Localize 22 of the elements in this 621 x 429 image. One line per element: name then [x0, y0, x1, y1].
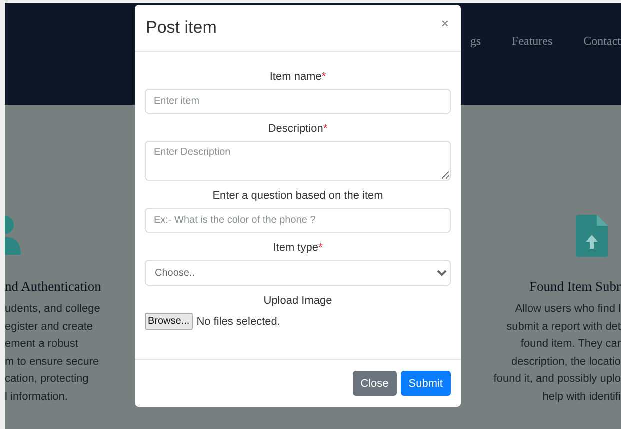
nav-link[interactable]: Contact	[584, 34, 621, 49]
file-status: No files selected.	[196, 316, 280, 328]
browse-button[interactable]: Browse...	[145, 313, 193, 330]
input-field[interactable]: Enter item	[145, 89, 451, 114]
feature-description: Allow users who find l submit a report with det found item. They car description, the locatio found it, and possibly uplo help with identifi	[494, 302, 621, 404]
nav-link[interactable]: Features	[512, 34, 553, 49]
field-label: Enter a question based on the item	[212, 190, 384, 202]
feature-title: Found Item Subr	[529, 279, 621, 295]
field-label: Item type*	[272, 242, 324, 254]
close-button[interactable]: Close	[352, 371, 397, 396]
file-upload-icon	[576, 215, 608, 257]
item-type-select[interactable]: Choose..	[145, 260, 451, 286]
nav-link[interactable]: gs	[470, 34, 482, 49]
submit-button[interactable]: Submit	[400, 371, 451, 396]
feature-title: nd Authentication	[5, 279, 102, 295]
feature-description: udents, and college egister and create ement a robust m to ensure secure cation, protecting l information.	[5, 302, 100, 404]
field-label: Upload Image	[262, 295, 334, 307]
field-label: Item name*	[268, 71, 328, 83]
field-label: Description*	[267, 123, 329, 135]
dialog-title: Post item	[146, 18, 217, 38]
input-field[interactable]: Ex:- What is the color of the phone ?	[145, 208, 451, 233]
description-field[interactable]: Enter Description	[145, 141, 451, 181]
